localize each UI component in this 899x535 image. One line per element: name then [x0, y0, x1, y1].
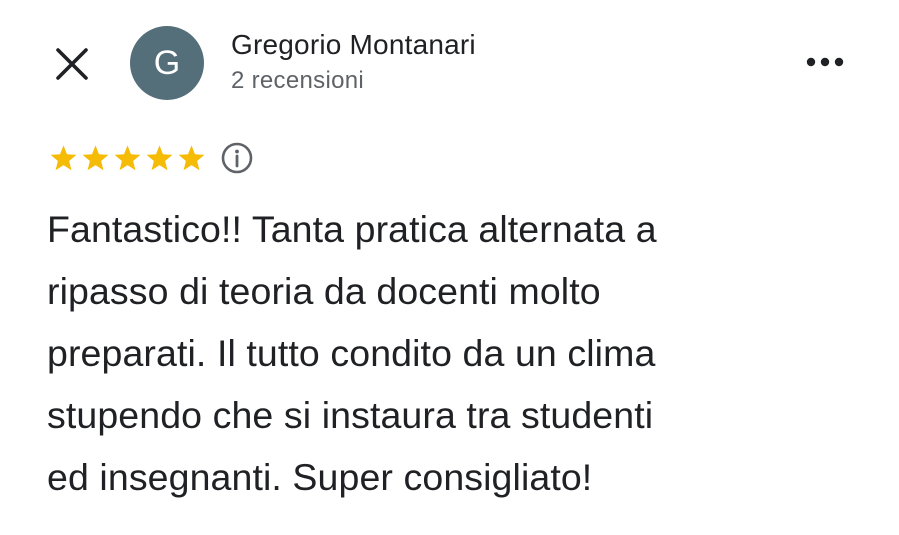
- avatar[interactable]: G: [130, 26, 204, 100]
- star-icon: [178, 144, 205, 170]
- review-text-line: Fantastico!! Tanta pratica alternata a: [47, 208, 657, 250]
- review-text: Fantastico!! Tanta pratica alternata a r…: [47, 198, 847, 508]
- avatar-initial: G: [153, 44, 181, 82]
- more-options-button[interactable]: [802, 46, 848, 76]
- more-horizontal-icon: [806, 57, 844, 67]
- review-text-line: stupendo che si instaura tra studenti: [47, 394, 654, 436]
- rating-row: [48, 140, 254, 176]
- star-icon: [82, 144, 109, 170]
- close-icon: [56, 48, 88, 80]
- review-text-line: preparati. Il tutto condito da un clima: [47, 332, 656, 374]
- author-review-count: 2 recensioni: [231, 67, 365, 94]
- star-icon: [114, 144, 141, 170]
- author-info: Gregorio Montanari 2 recensioni: [231, 28, 476, 96]
- review-panel: G Gregorio Montanari 2 recensioni Fantas…: [0, 0, 899, 535]
- info-icon[interactable]: [220, 141, 254, 175]
- review-text-line: ed insegnanti. Super consigliato!: [47, 456, 593, 498]
- star-icon: [50, 144, 77, 170]
- star-rating: [48, 143, 208, 174]
- close-button[interactable]: [52, 44, 92, 84]
- review-text-line: ripasso di teoria da docenti molto: [47, 270, 601, 312]
- star-icon: [146, 144, 173, 170]
- author-name[interactable]: Gregorio Montanari: [231, 28, 476, 62]
